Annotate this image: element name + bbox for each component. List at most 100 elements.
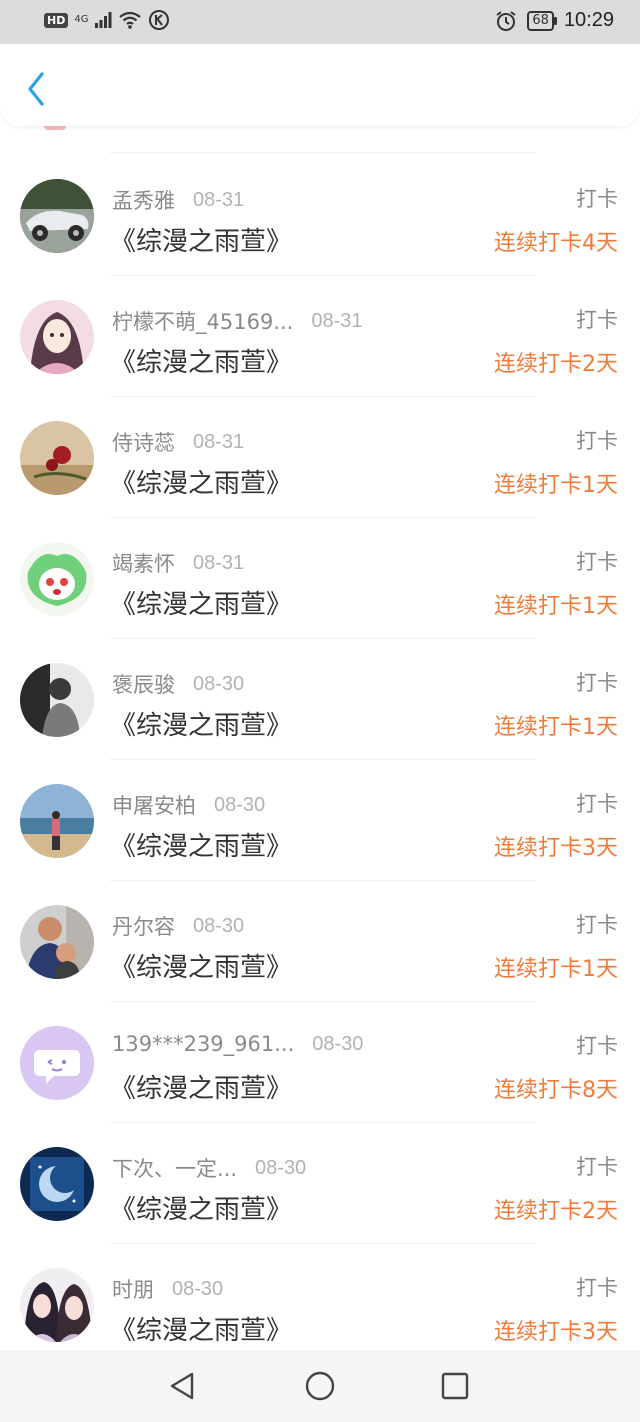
nav-recents-button[interactable] (437, 1368, 473, 1404)
partial-avatar (44, 126, 66, 130)
user-name[interactable]: 侍诗蕊 (112, 427, 175, 457)
checkin-label: 打卡 (576, 792, 618, 816)
name-line: 丹尔容 08-30 (112, 911, 244, 941)
checkin-date: 08-31 (311, 309, 363, 332)
checkin-date: 08-31 (193, 430, 245, 453)
book-title[interactable]: 《综漫之雨萱》 (110, 947, 292, 984)
streak-label: 连续打卡8天 (494, 1078, 618, 1103)
checkin-date: 08-30 (312, 1032, 364, 1055)
list-item[interactable]: 竭素怀 08-31 《综漫之雨萱》 打卡 连续打卡1天 (0, 518, 640, 639)
checkin-label: 打卡 (576, 308, 618, 332)
back-button[interactable] (18, 68, 58, 108)
streak-label: 连续打卡3天 (494, 836, 618, 861)
system-nav-bar (0, 1350, 640, 1422)
avatar[interactable] (20, 784, 94, 858)
chevron-left-icon (28, 72, 44, 106)
home-circle-icon (305, 1371, 335, 1401)
name-line: 柠檬不萌_45169... 08-31 (112, 306, 363, 336)
back-triangle-icon (170, 1372, 194, 1400)
checkin-label: 打卡 (576, 429, 618, 453)
list-item[interactable]: 时朋 08-30 《综漫之雨萱》 打卡 连续打卡3天 (0, 1244, 640, 1350)
list-item[interactable]: 褒辰骏 08-30 《综漫之雨萱》 打卡 连续打卡1天 (0, 639, 640, 760)
avatar[interactable] (20, 663, 94, 737)
status-right: 68 10:29 (495, 9, 614, 32)
user-name[interactable]: 孟秀雅 (112, 185, 175, 215)
checkin-date: 08-30 (172, 1277, 224, 1300)
book-title[interactable]: 《综漫之雨萱》 (110, 463, 292, 500)
name-line: 139***239_961... 08-30 (112, 1032, 363, 1056)
user-name[interactable]: 褒辰骏 (112, 669, 175, 699)
user-name[interactable]: 竭素怀 (112, 548, 175, 578)
nav-home-button[interactable] (302, 1368, 338, 1404)
book-title[interactable]: 《综漫之雨萱》 (110, 342, 292, 379)
avatar[interactable] (20, 1026, 94, 1100)
top-app-bar (0, 44, 640, 126)
list-item[interactable]: 丹尔容 08-30 《综漫之雨萱》 打卡 连续打卡1天 (0, 881, 640, 1002)
book-title[interactable]: 《综漫之雨萱》 (110, 221, 292, 258)
avatar[interactable] (20, 905, 94, 979)
checkin-date: 08-30 (255, 1156, 307, 1179)
name-line: 褒辰骏 08-30 (112, 669, 244, 699)
name-line: 孟秀雅 08-31 (112, 185, 244, 215)
signal-bars-icon (95, 12, 112, 28)
k-circle-icon (149, 10, 170, 30)
streak-label: 连续打卡1天 (494, 715, 618, 740)
book-title[interactable]: 《综漫之雨萱》 (110, 826, 292, 863)
alarm-icon (496, 10, 516, 31)
checkin-label: 打卡 (576, 187, 618, 211)
checkin-label: 打卡 (576, 1155, 618, 1179)
checkin-label: 打卡 (576, 913, 618, 937)
checkin-list[interactable]: 孟秀雅 08-31 《综漫之雨萱》 打卡 连续打卡4天 柠檬不萌_45169..… (0, 126, 640, 1350)
list-item[interactable]: 139***239_961... 08-30 《综漫之雨萱》 打卡 连续打卡8天 (0, 1002, 640, 1123)
streak-label: 连续打卡1天 (494, 473, 618, 498)
book-title[interactable]: 《综漫之雨萱》 (110, 1310, 292, 1347)
streak-label: 连续打卡3天 (494, 1320, 618, 1345)
status-left: HD 4G (44, 9, 170, 31)
recents-square-icon (441, 1372, 469, 1400)
list-item[interactable]: 柠檬不萌_45169... 08-31 《综漫之雨萱》 打卡 连续打卡2天 (0, 276, 640, 397)
signal-type-label: 4G (74, 14, 89, 25)
checkin-label: 打卡 (576, 671, 618, 695)
user-name[interactable]: 申屠安柏 (112, 790, 196, 820)
list-item[interactable]: 下次、一定... 08-30 《综漫之雨萱》 打卡 连续打卡2天 (0, 1123, 640, 1244)
list-item[interactable]: 孟秀雅 08-31 《综漫之雨萱》 打卡 连续打卡4天 (0, 155, 640, 276)
book-title[interactable]: 《综漫之雨萱》 (110, 1189, 292, 1226)
streak-label: 连续打卡1天 (494, 594, 618, 619)
user-name[interactable]: 下次、一定... (112, 1153, 237, 1183)
avatar[interactable] (20, 1147, 94, 1221)
checkin-label: 打卡 (576, 550, 618, 574)
streak-label: 连续打卡2天 (494, 1199, 618, 1224)
avatar[interactable] (20, 300, 94, 374)
book-title[interactable]: 《综漫之雨萱》 (110, 705, 292, 742)
streak-label: 连续打卡2天 (494, 352, 618, 377)
name-line: 下次、一定... 08-30 (112, 1153, 306, 1183)
status-bar: HD 4G 68 10:29 (0, 0, 640, 44)
name-line: 侍诗蕊 08-31 (112, 427, 244, 457)
streak-label: 连续打卡1天 (494, 957, 618, 982)
user-name[interactable]: 丹尔容 (112, 911, 175, 941)
name-line: 竭素怀 08-31 (112, 548, 244, 578)
list-item[interactable]: 申屠安柏 08-30 《综漫之雨萱》 打卡 连续打卡3天 (0, 760, 640, 881)
avatar[interactable] (20, 542, 94, 616)
checkin-date: 08-30 (193, 914, 245, 937)
checkin-date: 08-31 (193, 188, 245, 211)
book-title[interactable]: 《综漫之雨萱》 (110, 1068, 292, 1105)
streak-label: 连续打卡4天 (494, 231, 618, 256)
checkin-label: 打卡 (576, 1034, 618, 1058)
avatar[interactable] (20, 421, 94, 495)
checkin-date: 08-31 (193, 551, 245, 574)
user-name[interactable]: 柠檬不萌_45169... (112, 306, 293, 336)
list-item[interactable]: 侍诗蕊 08-31 《综漫之雨萱》 打卡 连续打卡1天 (0, 397, 640, 518)
user-name[interactable]: 139***239_961... (112, 1032, 294, 1056)
user-name[interactable]: 时朋 (112, 1274, 154, 1304)
battery-indicator: 68 (527, 10, 557, 31)
nav-back-button[interactable] (164, 1368, 200, 1404)
checkin-date: 08-30 (214, 793, 266, 816)
wifi-icon (119, 11, 142, 29)
hd-badge: HD (44, 12, 69, 28)
book-title[interactable]: 《综漫之雨萱》 (110, 584, 292, 621)
checkin-date: 08-30 (193, 672, 245, 695)
avatar[interactable] (20, 179, 94, 253)
name-line: 时朋 08-30 (112, 1274, 223, 1304)
avatar[interactable] (20, 1268, 94, 1342)
